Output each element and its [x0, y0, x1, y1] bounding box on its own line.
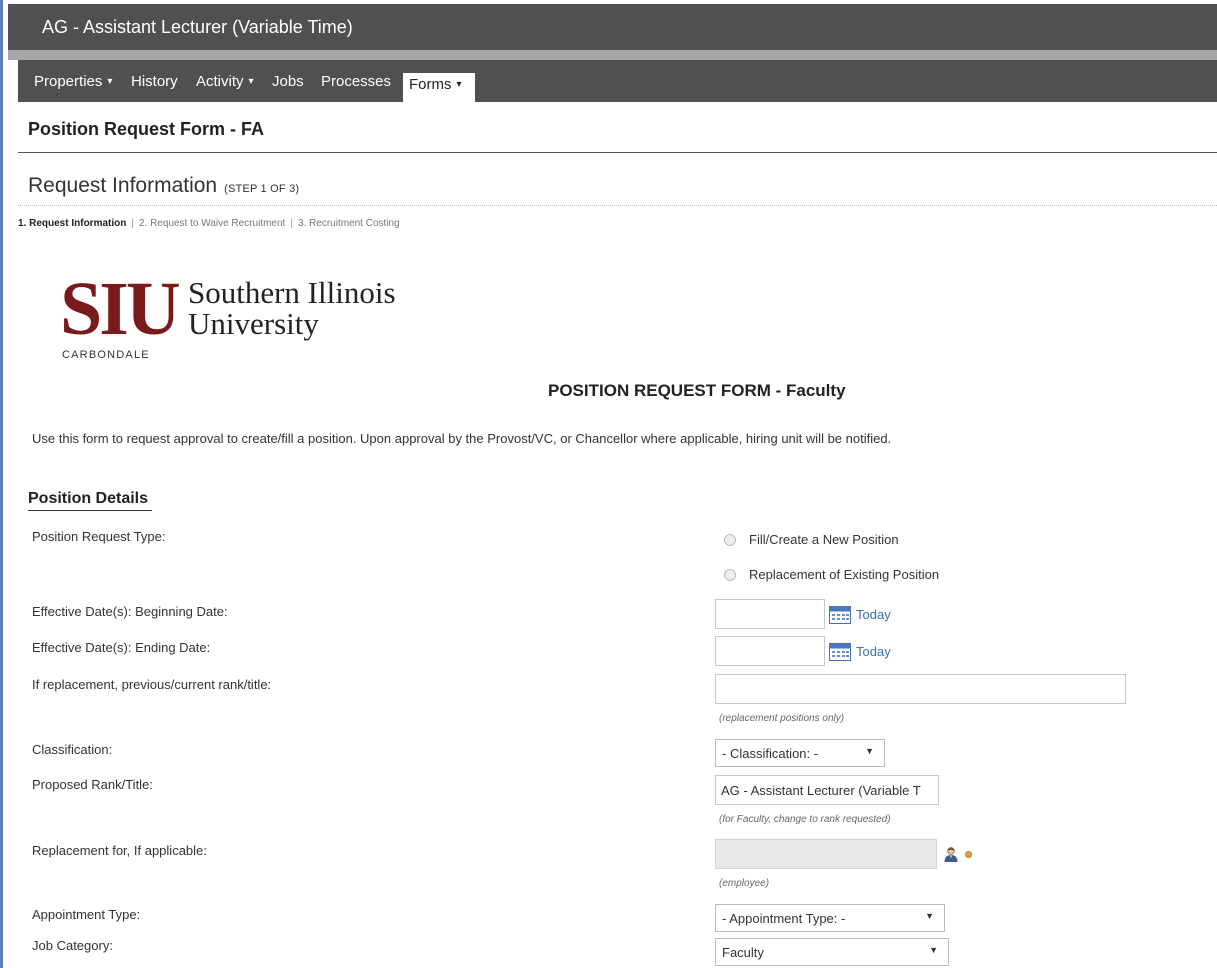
dropdown-arrow-icon: ▼ [925, 911, 934, 921]
step-waive-recruitment[interactable]: 2. Request to Waive Recruitment [139, 218, 285, 229]
nav-activity[interactable]: Activity ▾ [196, 73, 254, 90]
replacement-for-input[interactable] [715, 839, 937, 869]
nav-jobs[interactable]: Jobs [272, 73, 304, 90]
beginning-date-input[interactable] [715, 599, 825, 629]
page-title: Position Request Form - FA [28, 119, 265, 139]
svg-text:SIU: SIU [60, 268, 179, 351]
svg-text:CARBONDALE: CARBONDALE [62, 349, 150, 361]
beginning-date-label: Effective Date(s): Beginning Date: [32, 604, 228, 619]
ending-date-input[interactable] [715, 636, 825, 666]
replacement-for-hint: (employee) [719, 878, 770, 889]
position-details-heading: Position Details [28, 490, 149, 507]
proposed-rank-label: Proposed Rank/Title: [32, 777, 153, 792]
svg-text:Southern Illinois: Southern Illinois [188, 275, 396, 310]
step-separator: | [290, 218, 293, 229]
caret-down-icon: ▾ [456, 79, 462, 90]
position-request-type-label: Position Request Type: [32, 529, 166, 544]
caret-down-icon: ▾ [107, 76, 113, 87]
nav-processes[interactable]: Processes [321, 73, 391, 90]
siu-logo: SIU Southern Illinois University CARBOND… [60, 268, 396, 361]
job-category-select[interactable]: Faculty ▼ [715, 938, 949, 966]
radio-label: Fill/Create a New Position [749, 532, 899, 547]
job-category-label: Job Category: [32, 938, 113, 953]
svg-text:University: University [188, 306, 319, 341]
step-recruitment-costing[interactable]: 3. Recruitment Costing [298, 218, 400, 229]
position-details-underline [28, 510, 152, 511]
window-left-border [0, 0, 3, 968]
today-link-begin[interactable]: Today [856, 607, 891, 622]
nav-bar: Properties ▾ History Activity ▾ Jobs Proce… [18, 60, 1217, 102]
person-lookup-icon[interactable] [943, 846, 959, 862]
replacement-for-label: Replacement for, If applicable: [32, 843, 207, 858]
appointment-type-select[interactable]: - Appointment Type: - ▼ [715, 904, 945, 932]
appointment-type-label: Appointment Type: [32, 907, 141, 922]
window-title: AG - Assistant Lecturer (Variable Time) [42, 16, 353, 37]
radio-button[interactable] [724, 568, 736, 581]
previous-rank-hint: (replacement positions only) [719, 713, 845, 724]
radio-fill-create[interactable]: Fill/Create a New Position [724, 532, 899, 547]
caret-down-icon: ▾ [248, 76, 254, 87]
title-separator [8, 50, 1217, 60]
radio-replacement[interactable]: Replacement of Existing Position [724, 567, 939, 582]
calendar-icon[interactable] [829, 643, 851, 661]
previous-rank-input[interactable] [715, 674, 1126, 704]
proposed-rank-hint: (for Faculty, change to rank requested) [719, 814, 891, 825]
proposed-rank-input[interactable] [715, 775, 939, 805]
ending-date-label: Effective Date(s): Ending Date: [32, 640, 211, 655]
classification-label: Classification: [32, 742, 113, 757]
form-intro: Use this form to request approval to cre… [32, 431, 892, 446]
form-heading: POSITION REQUEST FORM - Faculty [548, 381, 846, 400]
window-title-bar: AG - Assistant Lecturer (Variable Time) [8, 4, 1217, 50]
radio-button[interactable] [724, 533, 736, 546]
today-link-end[interactable]: Today [856, 644, 891, 659]
title-divider [18, 152, 1217, 153]
nav-properties[interactable]: Properties ▾ [34, 73, 112, 90]
step-separator: | [131, 218, 134, 229]
required-indicator-icon [965, 851, 972, 858]
dropdown-arrow-icon: ▼ [929, 945, 938, 955]
dropdown-arrow-icon: ▼ [865, 746, 874, 756]
step-breadcrumb: 1. Request Information | 2. Request to Wai… [18, 218, 400, 229]
radio-label: Replacement of Existing Position [749, 567, 940, 582]
section-divider [18, 205, 1217, 206]
step-counter: (STEP 1 OF 3) [224, 183, 300, 195]
step-request-information[interactable]: 1. Request Information [18, 218, 126, 229]
nav-forms[interactable]: Forms ▾ [403, 73, 475, 102]
section-title: Request Information (STEP 1 OF 3) [28, 174, 300, 197]
nav-history[interactable]: History [131, 73, 178, 90]
classification-select[interactable]: - Classification: - ▼ [715, 739, 885, 767]
calendar-icon[interactable] [829, 606, 851, 624]
previous-rank-label: If replacement, previous/current rank/ti… [32, 677, 272, 692]
